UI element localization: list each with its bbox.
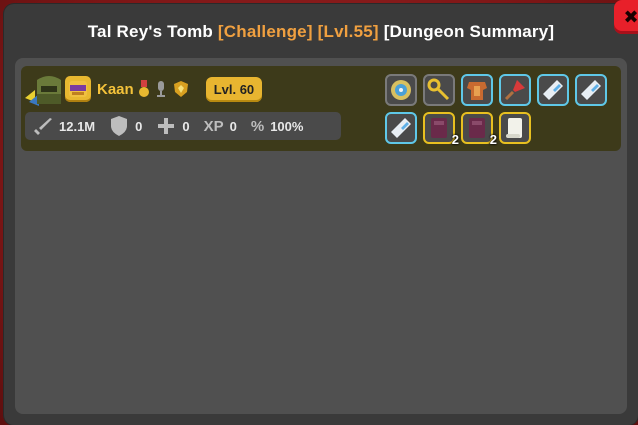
plus-icon <box>158 118 175 134</box>
knight-helmet-icon <box>25 76 61 106</box>
loot-quantity: 2 <box>451 132 459 147</box>
percent-value: 100% <box>270 118 304 134</box>
scroll-icon <box>506 118 522 138</box>
potion-vial-icon <box>543 80 563 100</box>
potion-vial-icon <box>581 80 601 100</box>
close-button[interactable]: ✖ <box>614 0 638 34</box>
medal-icon <box>138 80 149 97</box>
xp-label: XP <box>203 117 224 135</box>
title-dungeon-name: Tal Rey's Tomb <box>87 22 213 41</box>
summary-panel: Kaan Lvl. 60 12.1M 0 0 XP 0 % 100% 2 2 <box>15 58 627 414</box>
player-name-block: Kaan Lvl. 60 <box>65 76 263 102</box>
player-class-icon <box>65 76 91 102</box>
percent-stat: % 100% <box>251 118 304 135</box>
window-title: Tal Rey's Tomb [Challenge] [Lvl.55] [Dun… <box>4 22 638 42</box>
title-level: [Lvl.55] <box>317 22 379 41</box>
defense-value: 0 <box>135 118 143 134</box>
crest-icon <box>173 81 188 97</box>
player-level-badge: Lvl. 60 <box>205 76 263 102</box>
xp-value: 0 <box>229 118 237 134</box>
loot-item-scroll[interactable] <box>499 112 531 144</box>
sword-icon <box>34 118 52 135</box>
avatar <box>23 72 65 108</box>
defense-stat: 0 <box>109 115 142 137</box>
compass-gear-icon <box>391 80 411 100</box>
potion-vial-icon <box>391 118 411 138</box>
percent-label: % <box>250 117 265 135</box>
damage-value: 12.1M <box>59 118 96 134</box>
purple-tome-icon <box>469 118 485 138</box>
loot-item-tome-2[interactable]: 2 <box>461 112 497 147</box>
loot-item-golden-staff[interactable] <box>423 74 455 106</box>
shield-icon <box>111 116 128 136</box>
loot-item-armor[interactable] <box>461 74 493 106</box>
loot-item-crystal-wand[interactable] <box>499 74 531 106</box>
red-crystal-wand-icon <box>504 80 525 101</box>
loot-grid: 2 2 <box>385 74 621 150</box>
armor-chest-icon <box>467 82 487 100</box>
player-name[interactable]: Kaan <box>97 81 134 98</box>
dungeon-summary-window: Tal Rey's Tomb [Challenge] [Lvl.55] [Dun… <box>4 0 638 425</box>
purple-tome-icon <box>431 118 447 138</box>
golden-key-staff-icon <box>427 78 450 101</box>
damage-stat: 12.1M <box>33 116 95 136</box>
player-stats-bar: 12.1M 0 0 XP 0 % 100% <box>25 112 341 140</box>
healing-value: 0 <box>182 118 190 134</box>
xp-stat: XP 0 <box>204 118 237 135</box>
loot-quantity: 2 <box>489 132 497 147</box>
loot-item-potion-2[interactable] <box>575 74 607 106</box>
title-mode: [Challenge] <box>217 22 313 41</box>
healing-stat: 0 <box>156 116 190 136</box>
close-icon: ✖ <box>623 6 638 27</box>
loot-item-compass-gear[interactable] <box>385 74 417 106</box>
title-summary: [Dungeon Summary] <box>383 22 555 41</box>
loot-item-tome-1[interactable]: 2 <box>423 112 459 147</box>
microphone-icon <box>156 81 165 97</box>
loot-item-potion-3[interactable] <box>385 112 417 144</box>
loot-item-potion-1[interactable] <box>537 74 569 106</box>
player-row[interactable]: Kaan Lvl. 60 12.1M 0 0 XP 0 % 100% 2 2 <box>21 66 621 151</box>
